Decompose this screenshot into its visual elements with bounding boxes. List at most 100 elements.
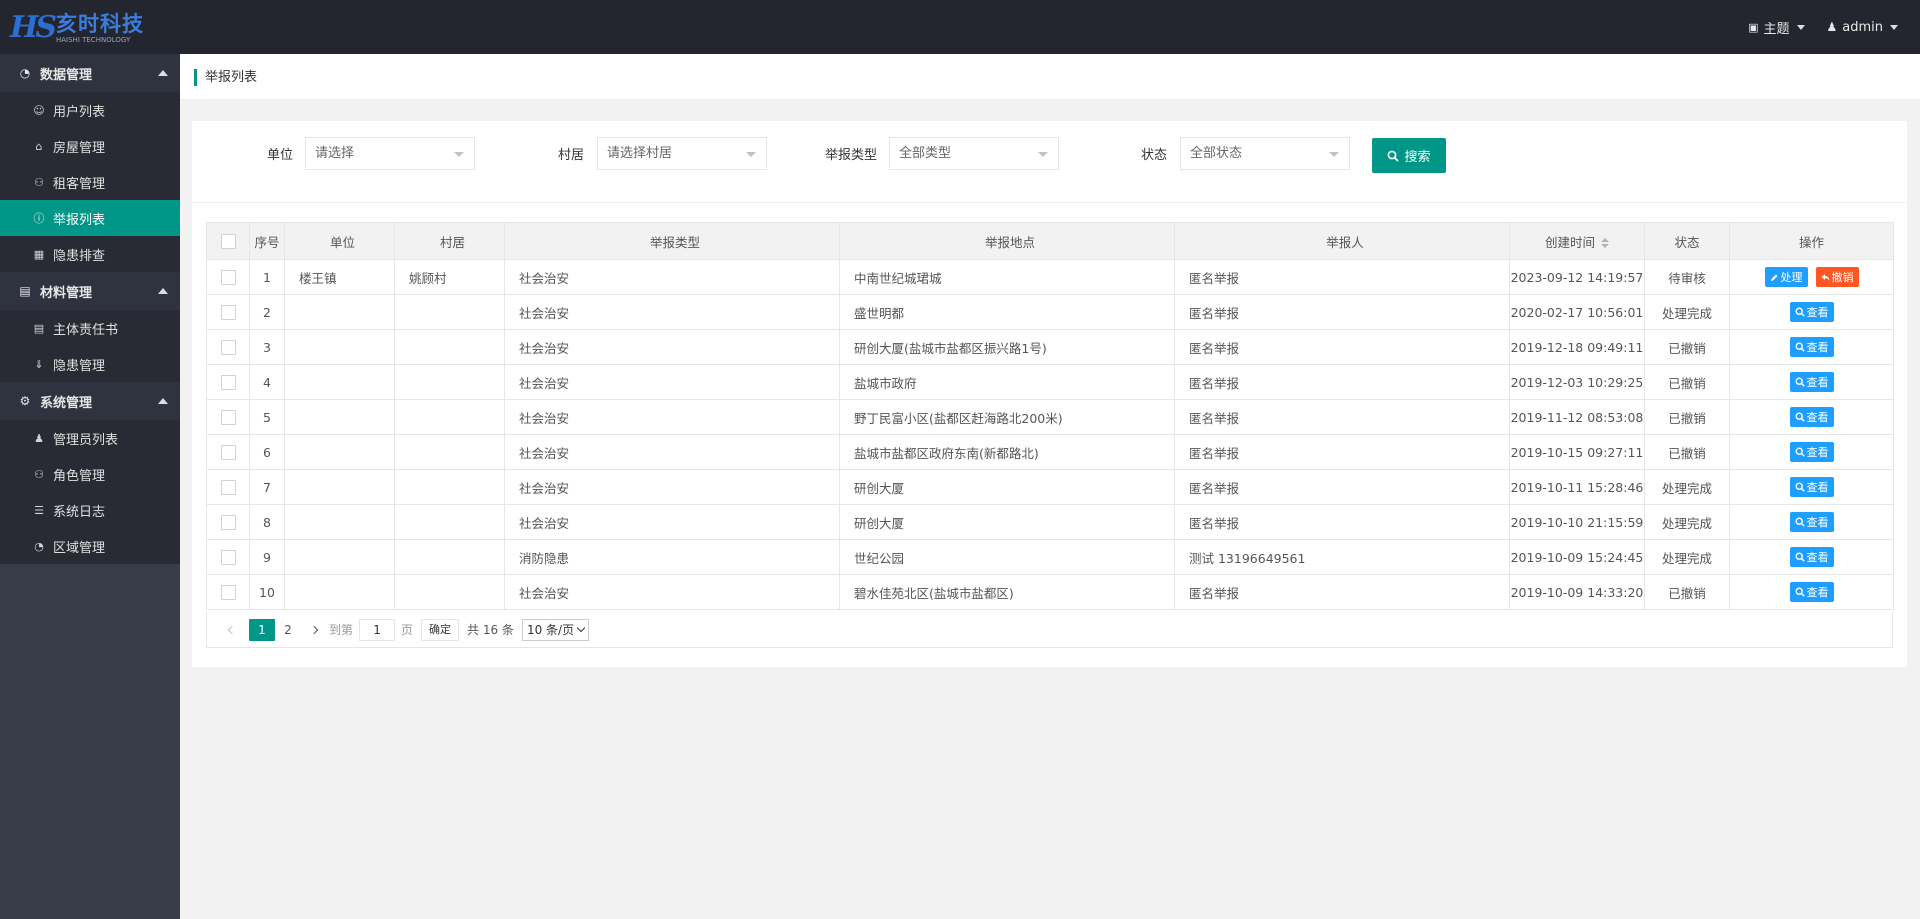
cell-type: 社会治安 [504,574,840,610]
cell-time: 2019-12-18 09:49:11 [1509,329,1645,365]
row-action-view-button[interactable]: 查看 [1789,302,1834,322]
status-select[interactable]: 全部状态 [1180,137,1350,170]
next-page-button[interactable] [303,619,325,641]
tab-bar: 举报列表 [180,54,1920,100]
sidebar-item-0-1[interactable]: ⌂ 房屋管理 [0,128,180,164]
cell-status: 待审核 [1644,259,1730,295]
action-label: 查看 [1806,586,1829,599]
prev-page-button[interactable] [221,619,243,641]
sidebar-item-0-3[interactable]: ⓘ 举报列表 [0,200,180,236]
row-checkbox[interactable] [206,399,250,435]
goto-page-input[interactable]: 1 [359,618,396,641]
action-label: 查看 [1806,516,1829,529]
row-action-view-button[interactable]: 查看 [1789,407,1834,427]
user-label: admin [1842,19,1883,35]
action-label: 处理 [1780,271,1803,284]
sidebar-item-2-3[interactable]: ◔ 区域管理 [0,528,180,564]
sidebar-item-2-0[interactable]: ♟ 管理员列表 [0,420,180,456]
col-time[interactable]: 创建时间 [1509,222,1645,260]
caret-down-icon [1796,24,1805,30]
page-unit-label: 页 [401,623,414,637]
sidebar-group-1[interactable]: ▤ 材料管理 [0,272,180,310]
select-all-checkbox[interactable] [206,222,250,260]
row-action-view-button[interactable]: 查看 [1789,512,1834,532]
caret-down-icon [1890,24,1898,30]
row-action-view-button[interactable]: 查看 [1789,477,1834,497]
row-action-view-button[interactable]: 查看 [1789,337,1834,357]
cell-reporter: 匿名举报 [1174,329,1510,365]
sidebar-item-label: 主体责任书 [53,322,119,338]
content-card: 单位 请选择 村居 请选择村居 举报类型 全部类型 状态 全部状态 搜索 序号 … [192,121,1907,667]
row-action-view-button[interactable]: 查看 [1789,582,1834,602]
sidebar-item-0-4[interactable]: ▦ 隐患排查 [0,236,180,272]
theme-menu[interactable]: ▣ 主题 [1748,18,1805,37]
logo-mark-text: HS [10,10,57,45]
goto-confirm-button[interactable]: 确定 [421,618,460,641]
sidebar-item-label: 举报列表 [53,212,106,228]
sidebar-item-2-1[interactable]: ⚇ 角色管理 [0,456,180,492]
type-select[interactable]: 全部类型 [889,137,1059,170]
search-icon [1794,482,1805,492]
sidebar-item-1-1[interactable]: ⇓ 隐患管理 [0,346,180,382]
cell-time: 2019-10-10 21:15:59 [1509,504,1645,540]
row-checkbox[interactable] [206,294,250,330]
row-action-view-button[interactable]: 查看 [1789,372,1834,392]
row-action-view-button[interactable]: 查看 [1789,547,1834,567]
row-checkbox[interactable] [206,364,250,400]
table-row: 5 社会治安 野丁民富小区(盐都区赶海路北200米) 匿名举报 2019-11-… [206,399,1894,435]
sidebar-group-0[interactable]: ◔ 数据管理 [0,54,180,92]
sidebar-item-0-0[interactable]: ☺ 用户列表 [0,92,180,128]
total-count: 共 16 条 [467,623,514,637]
row-action-revoke-button[interactable]: 撤销 [1815,267,1859,287]
sidebar-item-0-2[interactable]: ⚇ 租客管理 [0,164,180,200]
sidebar-item-2-2[interactable]: ☰ 系统日志 [0,492,180,528]
col-no: 序号 [249,222,285,260]
cell-place: 盛世明都 [839,294,1175,330]
row-action-process-button[interactable]: 处理 [1764,267,1808,287]
sidebar-item-1-0[interactable]: ▤ 主体责任书 [0,310,180,346]
action-label: 查看 [1806,376,1829,389]
cell-status: 已撤销 [1644,329,1730,365]
cell-village: 姚顾村 [394,259,505,295]
page-size-select[interactable]: 10 条/页 [521,618,590,641]
sort-icon[interactable] [1601,238,1609,248]
logo[interactable]: HS 亥时科技 HAISHI TECHNOLOGY [8,6,168,50]
sidebar-item-label: 用户列表 [53,104,106,120]
cell-type: 社会治安 [504,364,840,400]
col-status: 状态 [1644,222,1730,260]
row-checkbox[interactable] [206,469,250,505]
page-1-button[interactable]: 1 [249,618,275,641]
row-checkbox[interactable] [206,574,250,610]
row-checkbox[interactable] [206,329,250,365]
user-icon: ☺ [33,103,45,117]
table-row: 10 社会治安 碧水佳苑北区(盐城市盐都区) 匿名举报 2019-10-09 1… [206,574,1894,610]
page-2-button[interactable]: 2 [277,619,299,641]
cell-time: 2019-10-09 15:24:45 [1509,539,1645,575]
cell-status: 处理完成 [1644,469,1730,505]
action-label: 查看 [1806,341,1829,354]
search-button-label: 搜索 [1404,150,1431,165]
caret-up-icon [158,288,168,294]
search-icon [1794,517,1805,527]
user-menu[interactable]: ♟ admin [1827,19,1898,35]
sidebar-group-2[interactable]: ⚙ 系统管理 [0,382,180,420]
row-checkbox[interactable] [206,539,250,575]
row-checkbox[interactable] [206,434,250,470]
search-icon [1794,307,1805,317]
sidebar-group-label: 材料管理 [40,285,93,301]
chevron-right-icon [309,625,319,634]
cell-actions: 查看 [1729,399,1894,435]
log-icon: ☰ [34,503,44,517]
row-checkbox[interactable] [206,259,250,295]
row-action-view-button[interactable]: 查看 [1789,442,1834,462]
cell-reporter: 匿名举报 [1174,399,1510,435]
village-select[interactable]: 请选择村居 [597,137,767,170]
search-button[interactable]: 搜索 [1372,138,1446,173]
cell-no: 10 [249,574,285,610]
unit-select[interactable]: 请选择 [305,137,475,170]
cell-unit [284,364,395,400]
row-checkbox[interactable] [206,504,250,540]
action-label: 查看 [1806,446,1829,459]
cell-no: 5 [249,399,285,435]
search-icon [1794,412,1805,422]
